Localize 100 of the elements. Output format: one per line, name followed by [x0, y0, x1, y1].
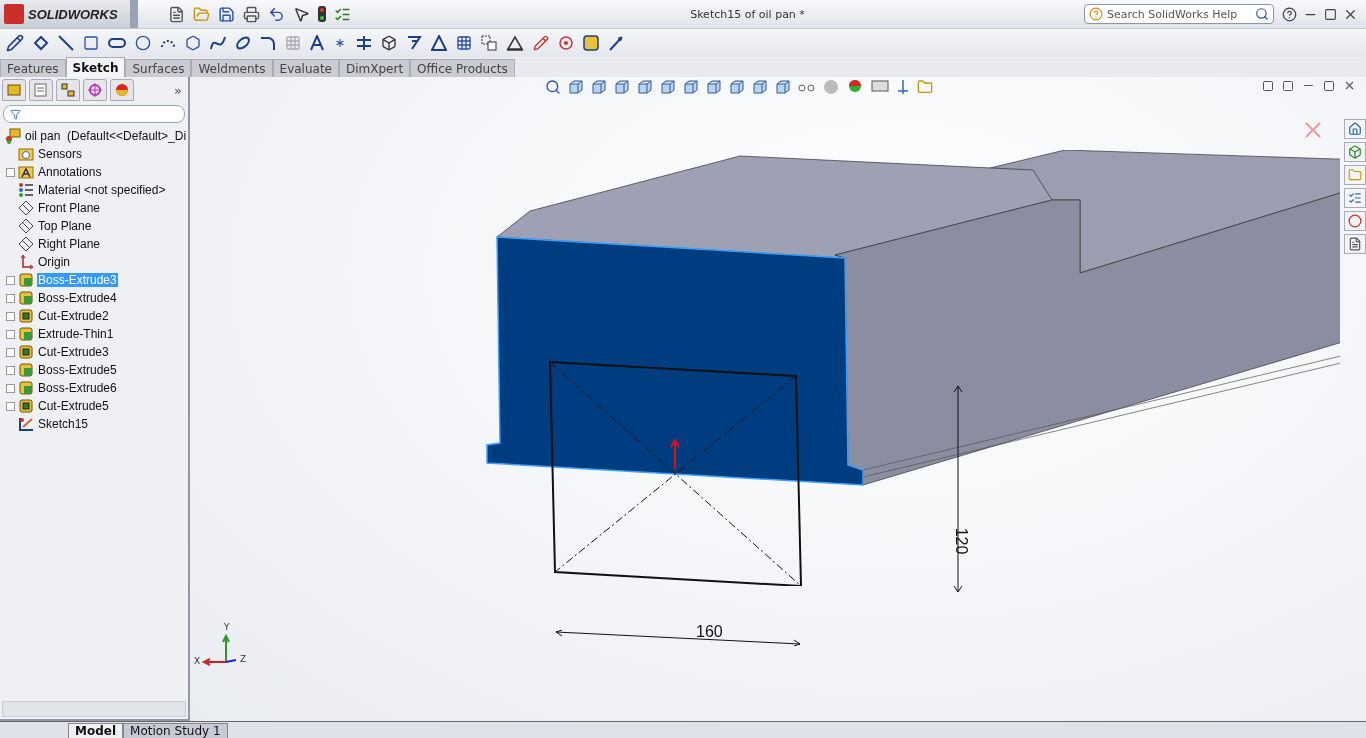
- tree-item[interactable]: Front Plane: [37, 201, 102, 215]
- tree-item[interactable]: Boss-Extrude5: [37, 363, 118, 377]
- zoom-icon[interactable]: [545, 79, 561, 95]
- tree-item[interactable]: Annotations: [37, 165, 103, 179]
- search-field[interactable]: Search SolidWorks Help: [1084, 4, 1274, 24]
- tree-item[interactable]: Sketch15: [37, 417, 90, 431]
- tree-item[interactable]: oil pan (Default<<Default>_Di: [24, 129, 188, 143]
- filter-field[interactable]: [3, 105, 185, 123]
- close-icon[interactable]: [1343, 79, 1356, 92]
- polygon-icon[interactable]: [185, 35, 201, 51]
- spline-icon[interactable]: [210, 35, 226, 51]
- list-icon[interactable]: [1344, 188, 1366, 208]
- tree-item[interactable]: Sensors: [37, 147, 84, 161]
- feature-tree-tab[interactable]: [2, 79, 26, 101]
- rectangle-icon[interactable]: [83, 35, 99, 51]
- tree-item[interactable]: Cut-Extrude5: [37, 399, 110, 413]
- command-tab[interactable]: Evaluate: [272, 59, 339, 77]
- expand-toggle[interactable]: [6, 383, 15, 393]
- sketch-icon[interactable]: [6, 34, 24, 52]
- extrude-icon: [18, 272, 34, 288]
- expand-toggle[interactable]: [6, 401, 15, 411]
- point-icon[interactable]: [333, 36, 347, 50]
- line-icon[interactable]: [58, 35, 74, 51]
- open-folder-icon[interactable]: [193, 5, 210, 23]
- command-tab[interactable]: Surfaces: [125, 59, 192, 77]
- display-tab[interactable]: [110, 79, 134, 101]
- extrude-icon: [18, 326, 34, 342]
- undo-icon[interactable]: [268, 5, 285, 23]
- tree-item[interactable]: Material <not specified>: [37, 183, 167, 197]
- hierarchy-icon: [60, 83, 76, 97]
- tree-item[interactable]: Cut-Extrude3: [37, 345, 110, 359]
- pattern-grid-icon[interactable]: [456, 35, 472, 51]
- logo-mark-icon: [4, 4, 24, 24]
- split-view-icon[interactable]: [1282, 79, 1294, 92]
- extrude-icon: [18, 362, 34, 378]
- command-tab[interactable]: DimXpert: [339, 59, 411, 77]
- axis-label: Y: [224, 622, 230, 632]
- window-title: Sketch15 of oil pan *: [689, 7, 806, 21]
- view-cube-icon[interactable]: [637, 79, 653, 95]
- pointer-icon[interactable]: [293, 5, 310, 23]
- expand-toggle[interactable]: [6, 329, 15, 339]
- expand-toggle[interactable]: [6, 311, 15, 321]
- command-tab[interactable]: Sketch: [65, 57, 126, 77]
- expand-toggle[interactable]: [6, 167, 15, 177]
- split-view-icon[interactable]: [1262, 79, 1274, 92]
- horizontal-scrollbar[interactable]: [2, 701, 186, 717]
- tree-item[interactable]: Top Plane: [37, 219, 93, 233]
- cut-extrude-icon: [18, 308, 34, 324]
- origin-icon: [18, 254, 34, 270]
- ellipse-icon[interactable]: [235, 35, 251, 51]
- save-icon[interactable]: [218, 5, 235, 23]
- circle-icon[interactable]: [135, 35, 151, 51]
- tree-item[interactable]: Boss-Extrude4: [37, 291, 118, 305]
- folder-letter-icon: [18, 165, 34, 179]
- printer-icon[interactable]: [243, 5, 260, 23]
- view-cube-icon[interactable]: [729, 79, 745, 95]
- move-icon[interactable]: [481, 35, 497, 51]
- view-cube-icon[interactable]: [752, 79, 768, 95]
- restore-icon[interactable]: [1323, 79, 1335, 92]
- tree-item[interactable]: Boss-Extrude6: [37, 381, 118, 395]
- slot-icon[interactable]: [108, 38, 126, 48]
- configuration-tab[interactable]: [56, 79, 80, 101]
- view-cube-icon[interactable]: [568, 79, 584, 95]
- model-tab[interactable]: Model: [68, 723, 124, 738]
- repair-pencil-icon[interactable]: [533, 35, 549, 51]
- dimxpert-tab[interactable]: [83, 79, 107, 101]
- expand-toggle[interactable]: [6, 293, 15, 303]
- folder-icon[interactable]: [1344, 165, 1366, 185]
- view-cube-icon[interactable]: [591, 79, 607, 95]
- glasses-icon[interactable]: [798, 81, 816, 93]
- model-tab[interactable]: Motion Study 1: [123, 723, 228, 738]
- help-icon[interactable]: [1282, 6, 1297, 22]
- command-tab[interactable]: Office Products: [410, 59, 515, 77]
- traffic-light-icon[interactable]: [318, 6, 326, 22]
- view-cube-icon[interactable]: [614, 79, 630, 95]
- home-icon[interactable]: [1344, 119, 1366, 139]
- restore-icon[interactable]: [1324, 7, 1337, 21]
- target-icon[interactable]: [558, 35, 574, 51]
- relation-icon[interactable]: [506, 35, 524, 51]
- properties-icon[interactable]: [1344, 234, 1366, 254]
- view-cube-icon[interactable]: [683, 79, 699, 95]
- expand-toggle[interactable]: [6, 275, 15, 285]
- command-tab[interactable]: Features: [0, 59, 66, 77]
- more-tabs-button[interactable]: »: [174, 82, 186, 98]
- tree-item[interactable]: Right Plane: [37, 237, 102, 251]
- tree-item[interactable]: Extrude-Thin1: [37, 327, 115, 341]
- view-cube-icon[interactable]: [775, 79, 791, 95]
- expand-toggle[interactable]: [6, 347, 15, 357]
- new-file-icon[interactable]: [168, 5, 185, 23]
- tree-item[interactable]: Origin: [37, 255, 71, 269]
- command-tab[interactable]: Weldments: [191, 59, 273, 77]
- view-cube-icon[interactable]: [660, 79, 676, 95]
- monitor-icon[interactable]: [871, 79, 889, 95]
- fillet-icon[interactable]: [260, 35, 276, 51]
- folder-icon[interactable]: [917, 79, 933, 95]
- view-cube-icon[interactable]: [706, 79, 722, 95]
- tree-item[interactable]: Cut-Extrude2: [37, 309, 110, 323]
- cut-extrude-icon: [18, 344, 34, 360]
- expand-toggle[interactable]: [6, 365, 15, 375]
- text-icon[interactable]: [310, 35, 324, 51]
